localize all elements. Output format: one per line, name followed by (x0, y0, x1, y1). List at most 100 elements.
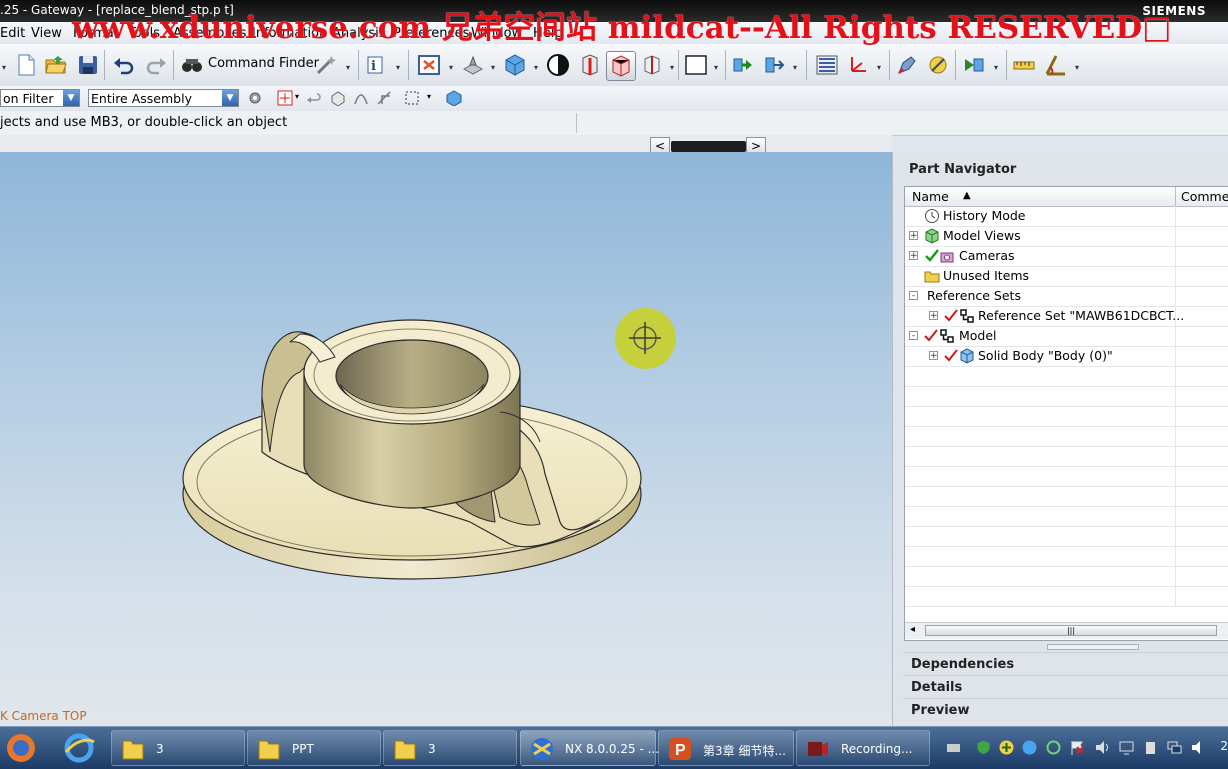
expand-icon[interactable]: + (909, 231, 918, 241)
tree-row-unused-items[interactable]: Unused Items (905, 266, 1228, 287)
clip-section-icon[interactable] (640, 53, 664, 77)
tree-row-cameras[interactable]: + Cameras (905, 246, 1228, 267)
monitor-icon[interactable] (1119, 740, 1134, 755)
volume-icon[interactable] (1191, 740, 1206, 755)
select-arrow-icon[interactable] (306, 90, 322, 106)
assembly-constraint-icon[interactable] (730, 53, 754, 77)
chevron-down-icon[interactable]: ▾ (1075, 63, 1079, 72)
tree-row-model-views[interactable]: + Model Views (905, 226, 1228, 247)
chevron-down-icon[interactable]: ▾ (2, 63, 6, 72)
section-view-icon[interactable] (606, 51, 636, 81)
red-face-icon[interactable] (578, 53, 602, 77)
chevron-down-icon[interactable]: ▾ (714, 63, 718, 72)
taskbar-clock[interactable]: 2 (1220, 739, 1228, 753)
scroll-thumb[interactable] (671, 141, 746, 152)
chevron-down-icon[interactable]: ▾ (449, 63, 453, 72)
transform-icon[interactable] (962, 53, 986, 77)
edit-object-icon[interactable] (895, 53, 919, 77)
new-file-icon[interactable] (14, 53, 38, 77)
flag-icon[interactable] (1070, 740, 1085, 755)
sync-icon[interactable] (1046, 740, 1061, 755)
select-curves-icon[interactable] (353, 90, 369, 106)
column-name-header[interactable]: Name (912, 189, 949, 204)
chevron-down-icon[interactable]: ▾ (427, 92, 431, 101)
collapse-icon[interactable]: - (909, 331, 918, 341)
taskbar-item-folder-3b[interactable]: 3 (383, 730, 517, 766)
type-filter-value: on Filter (3, 91, 54, 106)
menu-view[interactable]: View (31, 26, 62, 41)
clipboard-icon[interactable] (1143, 740, 1158, 755)
measure-distance-icon[interactable] (1012, 53, 1036, 77)
network-globe-icon[interactable] (1022, 740, 1037, 755)
rectangle-select-icon[interactable] (404, 90, 420, 106)
open-folder-icon[interactable] (44, 53, 68, 77)
move-component-icon[interactable] (762, 53, 786, 77)
speaker-icon[interactable] (1095, 740, 1110, 755)
internet-explorer-icon[interactable] (62, 732, 96, 768)
keyboard-icon[interactable] (946, 740, 961, 755)
tree-row-empty (905, 426, 1228, 447)
preview-section[interactable]: Preview (903, 698, 1228, 721)
layer-settings-icon[interactable] (815, 53, 839, 77)
add-icon[interactable] (999, 740, 1014, 755)
model-part[interactable] (0, 152, 892, 726)
chevron-down-icon[interactable]: ▾ (994, 63, 998, 72)
scroll-thumb[interactable]: ||| (925, 625, 1217, 636)
chevron-down-icon[interactable]: ▾ (670, 63, 674, 72)
gear-filter-icon[interactable] (247, 90, 263, 106)
shaded-cube-icon[interactable] (503, 53, 527, 77)
chevron-down-icon[interactable]: ▾ (534, 63, 538, 72)
orient-view-icon[interactable] (461, 53, 485, 77)
taskbar-item-nx[interactable]: NX 8.0.0.25 - ... (520, 730, 659, 766)
tree-row-reference-sets[interactable]: - Reference Sets (905, 286, 1228, 307)
collapse-icon[interactable]: - (909, 291, 918, 301)
taskbar-item-recording[interactable]: Recording... (796, 730, 930, 766)
select-faces-icon[interactable] (330, 90, 346, 107)
select-body-icon[interactable] (446, 90, 462, 107)
firefox-icon[interactable] (4, 732, 38, 768)
chevron-down-icon[interactable]: ▾ (793, 63, 797, 72)
chevron-down-icon[interactable]: ▾ (346, 63, 350, 72)
select-edges-icon[interactable] (376, 90, 392, 106)
chevron-down-icon[interactable]: ▾ (396, 63, 400, 72)
tree-row-solid-body[interactable]: + Solid Body "Body (0)" (905, 346, 1228, 367)
expand-icon[interactable]: + (909, 251, 918, 261)
graphics-window[interactable]: K Camera TOP (0, 152, 892, 726)
chevron-down-icon[interactable]: ▾ (491, 63, 495, 72)
tree-horizontal-scrollbar[interactable]: ◂ ||| (905, 622, 1228, 639)
background-icon[interactable] (684, 53, 708, 77)
column-comment-header[interactable]: Commen (1181, 189, 1228, 204)
taskbar-item-folder-ppt[interactable]: PPT (247, 730, 381, 766)
fit-view-icon[interactable] (417, 53, 441, 77)
part-navigator-tree[interactable]: Name ▲ Commen History Mode + Model Views… (904, 186, 1228, 641)
tree-row-model[interactable]: - Model (905, 326, 1228, 347)
splitter-handle[interactable] (1047, 644, 1139, 650)
snap-point-icon[interactable] (277, 90, 293, 106)
undo-icon[interactable] (112, 53, 136, 77)
redo-icon[interactable] (144, 53, 168, 77)
chevron-down-icon[interactable]: ▾ (877, 63, 881, 72)
menu-edit[interactable]: Edit (0, 26, 25, 41)
expand-icon[interactable]: + (929, 311, 938, 321)
save-icon[interactable] (76, 53, 100, 77)
sort-ascending-icon[interactable]: ▲ (963, 190, 971, 201)
hide-show-icon[interactable] (926, 53, 950, 77)
network-icon[interactable] (1167, 740, 1182, 755)
scroll-left-arrow-icon[interactable]: ◂ (910, 624, 915, 635)
info-icon[interactable]: i (364, 53, 388, 77)
dependencies-section[interactable]: Dependencies (903, 652, 1228, 675)
display-mode-icon[interactable] (546, 53, 570, 77)
measure-angle-icon[interactable] (1044, 53, 1068, 77)
tree-row-reference-set[interactable]: + Reference Set "MAWB61DCBCT... (905, 306, 1228, 327)
magic-wand-icon[interactable] (315, 53, 339, 77)
chevron-down-icon[interactable]: ▾ (295, 92, 299, 101)
taskbar-item-folder-3[interactable]: 3 (111, 730, 245, 766)
tree-row-history-mode[interactable]: History Mode (905, 206, 1228, 227)
details-section[interactable]: Details (903, 675, 1228, 698)
type-filter-dropdown[interactable]: on Filter ▼ (0, 89, 80, 107)
scope-dropdown[interactable]: Entire Assembly ▼ (88, 89, 239, 107)
shield-icon[interactable] (976, 740, 991, 755)
taskbar-item-powerpoint[interactable]: P 第3章 细节特... (658, 730, 794, 766)
wcs-icon[interactable] (846, 53, 870, 77)
expand-icon[interactable]: + (929, 351, 938, 361)
